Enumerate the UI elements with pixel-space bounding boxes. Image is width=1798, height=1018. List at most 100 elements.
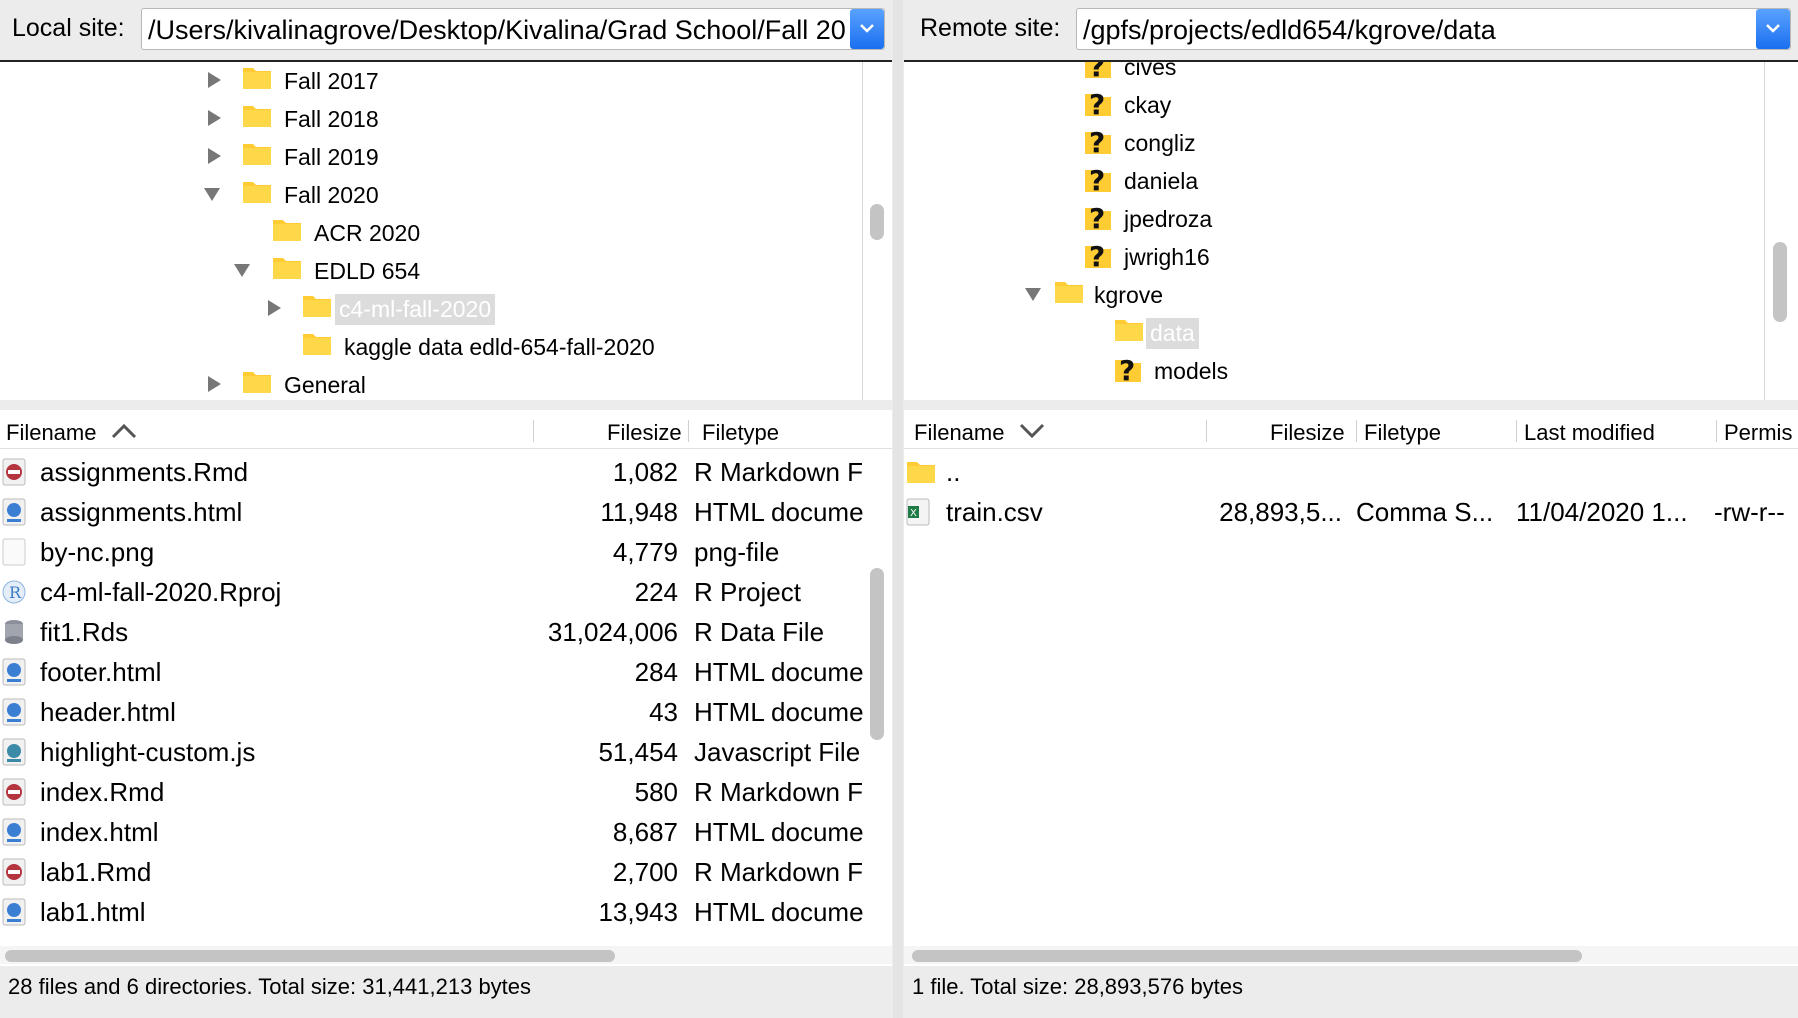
question-icon: ? xyxy=(1084,202,1112,237)
tree-node-label[interactable]: Fall 2018 xyxy=(280,104,383,135)
file-name[interactable]: by-nc.png xyxy=(40,537,154,568)
file-name[interactable]: assignments.html xyxy=(40,497,242,528)
file-name[interactable]: index.Rmd xyxy=(40,777,164,808)
tree-node-label[interactable]: Fall 2019 xyxy=(280,142,383,173)
chevron-down-icon xyxy=(1766,24,1780,33)
column-permissions[interactable]: Permis xyxy=(1724,420,1792,446)
local-path-dropdown-button[interactable] xyxy=(850,9,884,49)
remote-site-bar: Remote site: /gpfs/projects/edld654/kgro… xyxy=(904,0,1798,60)
remote-directory-tree[interactable]: ? cives? ckay? congliz? daniela? jpedroza? jwr… xyxy=(904,60,1798,400)
table-row[interactable]: footer.html 284 HTML docume xyxy=(0,652,880,692)
column-separator[interactable] xyxy=(1716,420,1717,442)
file-type: Comma S... xyxy=(1356,497,1494,527)
file-name[interactable]: header.html xyxy=(40,697,176,728)
table-row[interactable]: by-nc.png 4,779 png-file xyxy=(0,532,880,572)
column-filename[interactable]: Filename xyxy=(914,420,1004,446)
folder-icon xyxy=(303,296,331,317)
table-row[interactable]: Xtrain.csv 28,893,5... Comma S... 11/04/202… xyxy=(904,492,1798,532)
file-name[interactable]: fit1.Rds xyxy=(40,617,128,648)
file-name[interactable]: assignments.Rmd xyxy=(40,457,248,488)
file-size: 31,024,006 xyxy=(547,617,678,647)
local-file-list[interactable]: Filename Filesize Filetype assignments.R… xyxy=(0,410,892,966)
file-name[interactable]: lab1.html xyxy=(40,897,146,928)
tree-node-label[interactable]: congliz xyxy=(1120,128,1200,159)
tree-node-label-selected[interactable]: c4-ml-fall-2020 xyxy=(335,294,496,325)
local-list-scrollbar[interactable] xyxy=(870,568,884,740)
column-filetype[interactable]: Filetype xyxy=(1364,420,1441,446)
file-type: HTML docume xyxy=(694,697,864,727)
table-row[interactable]: header.html 43 HTML docume xyxy=(0,692,880,732)
tree-node-label[interactable]: daniela xyxy=(1120,166,1202,197)
column-filesize[interactable]: Filesize xyxy=(607,420,682,446)
file-size: 224 xyxy=(634,577,678,607)
table-row[interactable]: lab1.Rmd 2,700 R Markdown F xyxy=(0,852,880,892)
disclosure-collapsed-icon[interactable] xyxy=(205,375,223,393)
column-filetype[interactable]: Filetype xyxy=(702,420,779,446)
disclosure-expanded-icon[interactable] xyxy=(1024,285,1042,303)
pane-splitter[interactable] xyxy=(893,0,903,1018)
table-row[interactable]: .. xyxy=(904,452,1798,492)
file-name[interactable]: lab1.Rmd xyxy=(40,857,151,888)
table-row[interactable]: index.html 8,687 HTML docume xyxy=(0,812,880,852)
tree-node-label[interactable]: Fall 2017 xyxy=(280,66,383,97)
file-name[interactable]: footer.html xyxy=(40,657,161,688)
tree-node-label[interactable]: data xyxy=(1146,318,1199,349)
disclosure-expanded-icon[interactable] xyxy=(233,261,251,279)
disclosure-expanded-icon[interactable] xyxy=(203,185,221,203)
column-last-modified[interactable]: Last modified xyxy=(1524,420,1655,446)
tree-node-label[interactable]: models xyxy=(1150,356,1232,387)
table-row[interactable]: assignments.Rmd 1,082 R Markdown F xyxy=(0,452,880,492)
tree-node-label[interactable]: kgrove xyxy=(1090,280,1167,311)
column-separator[interactable] xyxy=(688,420,689,442)
tree-node-label[interactable]: ACR 2020 xyxy=(310,218,424,249)
table-row[interactable]: index.Rmd 580 R Markdown F xyxy=(0,772,880,812)
column-filesize[interactable]: Filesize xyxy=(1270,420,1345,446)
disclosure-collapsed-icon[interactable] xyxy=(205,147,223,165)
tree-node-label[interactable]: jwrigh16 xyxy=(1120,242,1214,273)
local-path-value[interactable]: /Users/kivalinagrove/Desktop/Kivalina/Gr… xyxy=(148,15,846,46)
local-tree-scrollbar[interactable] xyxy=(870,204,884,240)
local-horizontal-scrollbar[interactable] xyxy=(0,946,892,964)
file-name[interactable]: train.csv xyxy=(946,497,1043,528)
file-name[interactable]: highlight-custom.js xyxy=(40,737,255,768)
tree-node-label[interactable]: cives xyxy=(1120,62,1180,83)
folder-icon xyxy=(303,334,331,355)
column-separator[interactable] xyxy=(533,420,534,442)
file-name[interactable]: .. xyxy=(946,457,960,488)
remote-path-value[interactable]: /gpfs/projects/edld654/kgrove/data xyxy=(1083,15,1496,46)
file-size: 13,943 xyxy=(598,897,678,927)
tree-node-label[interactable]: General xyxy=(280,370,370,400)
file-name[interactable]: c4-ml-fall-2020.Rproj xyxy=(40,577,281,608)
table-row[interactable]: Rc4-ml-fall-2020.Rproj 224 R Project xyxy=(0,572,880,612)
column-separator[interactable] xyxy=(1516,420,1517,442)
remote-path-combobox[interactable]: /gpfs/projects/edld654/kgrove/data xyxy=(1076,8,1791,50)
disclosure-collapsed-icon[interactable] xyxy=(265,299,283,317)
column-separator[interactable] xyxy=(1356,420,1357,442)
column-separator[interactable] xyxy=(1206,420,1207,442)
disclosure-collapsed-icon[interactable] xyxy=(205,109,223,127)
remote-path-dropdown-button[interactable] xyxy=(1756,9,1790,49)
remote-horizontal-scrollbar[interactable] xyxy=(904,946,1798,964)
disclosure-collapsed-icon[interactable] xyxy=(205,71,223,89)
sort-ascending-icon[interactable] xyxy=(110,422,138,440)
tree-node-label[interactable]: Fall 2020 xyxy=(280,180,383,211)
local-hscroll-thumb[interactable] xyxy=(5,950,615,962)
table-row[interactable]: fit1.Rds 31,024,006 R Data File xyxy=(0,612,880,652)
table-row[interactable]: highlight-custom.js 51,454 Javascript File xyxy=(0,732,880,772)
table-row[interactable]: lab1.html 13,943 HTML docume xyxy=(0,892,880,932)
file-name[interactable]: index.html xyxy=(40,817,159,848)
folder-icon xyxy=(1054,278,1084,309)
tree-node-label[interactable]: EDLD 654 xyxy=(310,256,424,287)
column-filename[interactable]: Filename xyxy=(6,420,96,446)
remote-hscroll-thumb[interactable] xyxy=(912,950,1582,962)
local-directory-tree[interactable]: Fall 2017 Fall 2018 Fall 2019 Fall 2020 … xyxy=(0,60,892,400)
table-row[interactable]: assignments.html 11,948 HTML docume xyxy=(0,492,880,532)
sort-descending-icon[interactable] xyxy=(1018,422,1046,440)
local-path-combobox[interactable]: /Users/kivalinagrove/Desktop/Kivalina/Gr… xyxy=(141,8,885,50)
remote-tree-scrollbar[interactable] xyxy=(1773,242,1787,322)
remote-file-list[interactable]: Filename Filesize Filetype Last modified… xyxy=(904,410,1798,966)
tree-node-label[interactable]: kaggle data edld-654-fall-2020 xyxy=(340,332,659,363)
tree-node-label[interactable]: jpedroza xyxy=(1120,204,1216,235)
tree-node-label[interactable]: ckay xyxy=(1120,90,1175,121)
html-file-icon xyxy=(2,658,26,693)
